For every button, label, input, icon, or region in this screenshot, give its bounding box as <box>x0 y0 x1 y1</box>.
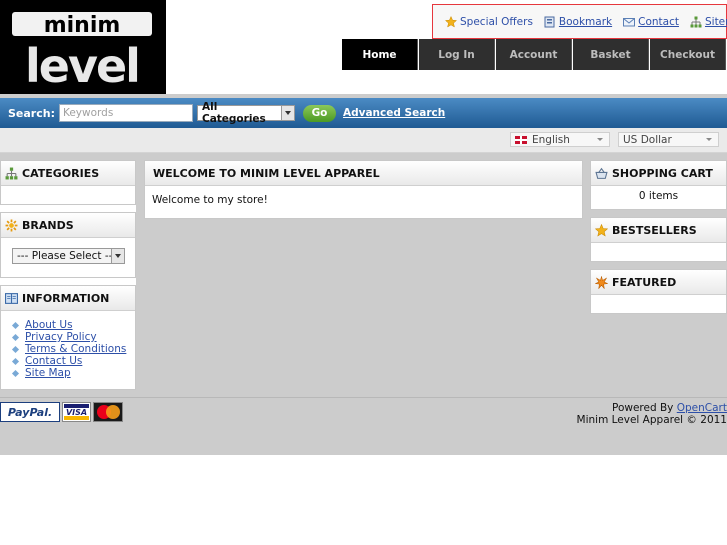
info-link-contact-us[interactable]: Contact Us <box>11 355 135 367</box>
payment-logos: PayPal. VISA <box>0 402 123 422</box>
category-select[interactable]: All Categories <box>196 101 295 125</box>
info-link-terms[interactable]: Terms & Conditions <box>11 343 135 355</box>
language-select[interactable]: English <box>510 132 610 147</box>
search-input[interactable] <box>58 104 193 122</box>
contact-link[interactable]: Contact <box>623 16 679 28</box>
mastercard-orange-circle <box>106 405 120 419</box>
opencart-link[interactable]: OpenCart <box>677 402 727 414</box>
go-button[interactable]: Go <box>302 104 336 122</box>
sitemap-icon <box>5 167 18 179</box>
shopping-cart-box: SHOPPING CART 0 items <box>590 160 727 210</box>
bestsellers-title: BESTSELLERS <box>612 223 697 237</box>
main-navigation: Home Log In Account Basket Checkout <box>342 39 727 70</box>
welcome-text: Welcome to my store! <box>152 194 268 206</box>
currency-value: US Dollar <box>623 133 672 146</box>
info-link-site-map[interactable]: Site Map <box>11 367 135 379</box>
info-link-label: Site Map <box>25 367 71 379</box>
tab-account[interactable]: Account <box>496 39 572 70</box>
chevron-down-icon <box>281 106 294 120</box>
diamond-bullet-icon <box>11 321 20 329</box>
diamond-bullet-icon <box>11 369 20 377</box>
info-link-label: Contact Us <box>25 355 83 367</box>
diamond-bullet-icon <box>11 333 20 341</box>
chevron-down-icon <box>111 249 124 263</box>
brand-select[interactable]: --- Please Select --- <box>12 248 125 264</box>
information-header: INFORMATION <box>1 286 135 311</box>
svg-text:minim: minim <box>44 13 121 38</box>
tab-home[interactable]: Home <box>342 39 418 70</box>
tab-checkout[interactable]: Checkout <box>650 39 726 70</box>
uk-flag-icon <box>515 135 527 144</box>
brands-header: BRANDS <box>1 213 135 238</box>
featured-box: FEATURED <box>590 269 727 314</box>
search-bar: Search: All Categories Go Advanced Searc… <box>0 98 727 128</box>
featured-header: FEATURED <box>591 270 726 295</box>
top-links-bar: Special Offers Bookmark Contact Sitemap <box>432 4 727 39</box>
info-link-label: Privacy Policy <box>25 331 97 343</box>
brand-icon <box>5 219 18 231</box>
bookmark-link[interactable]: Bookmark <box>544 16 612 28</box>
svg-text:level: level <box>25 39 139 93</box>
currency-select[interactable]: US Dollar <box>618 132 719 147</box>
diamond-bullet-icon <box>11 345 20 353</box>
bookmark-icon <box>544 16 555 27</box>
cart-item-count[interactable]: 0 items <box>591 186 726 202</box>
shopping-cart-header: SHOPPING CART <box>591 161 726 186</box>
featured-title: FEATURED <box>612 275 677 289</box>
envelope-icon <box>623 17 636 26</box>
footer-divider <box>0 397 727 398</box>
brands-box: BRANDS --- Please Select --- <box>0 212 136 278</box>
chevron-down-icon <box>597 138 603 144</box>
site-logo[interactable]: minim level <box>0 0 166 94</box>
paypal-logo: PayPal. <box>0 402 60 422</box>
welcome-box: WELCOME TO MINIM LEVEL APPAREL Welcome t… <box>144 160 583 219</box>
mastercard-logo <box>93 402 123 422</box>
welcome-title: WELCOME TO MINIM LEVEL APPAREL <box>153 166 380 180</box>
information-links: About Us Privacy Policy Terms & Conditio… <box>1 311 135 379</box>
sitemap-label: Sitemap <box>704 15 727 28</box>
language-currency-bar: English US Dollar <box>0 128 727 153</box>
visa-logo: VISA <box>62 402 91 422</box>
star-icon <box>445 15 457 28</box>
category-select-value: All Categories <box>201 101 266 125</box>
book-icon <box>5 292 18 304</box>
categories-header: CATEGORIES <box>1 161 135 186</box>
shopping-cart-title: SHOPPING CART <box>612 166 713 180</box>
info-link-about-us[interactable]: About Us <box>11 319 135 331</box>
info-link-label: About Us <box>25 319 73 331</box>
bestsellers-header: BESTSELLERS <box>591 218 726 243</box>
categories-title: CATEGORIES <box>22 166 100 180</box>
powered-by-line: Powered By OpenCart <box>577 402 727 414</box>
footer-credits: Powered By OpenCart Minim Level Apparel … <box>577 402 727 426</box>
brands-title: BRANDS <box>22 218 74 232</box>
sitemap-link[interactable]: Sitemap <box>690 16 727 28</box>
tab-basket[interactable]: Basket <box>573 39 649 70</box>
information-title: INFORMATION <box>22 291 110 305</box>
chevron-down-icon <box>706 138 712 144</box>
bookmark-label: Bookmark <box>558 15 613 28</box>
info-link-label: Terms & Conditions <box>25 343 127 355</box>
advanced-search-link[interactable]: Advanced Search <box>343 107 445 119</box>
special-offers-label: Special Offers <box>460 15 533 28</box>
brand-select-value: --- Please Select --- <box>17 250 117 262</box>
star-icon <box>595 223 608 236</box>
sitemap-icon <box>690 16 702 27</box>
information-box: INFORMATION About Us Privacy Policy Term… <box>0 285 136 390</box>
contact-label: Contact <box>638 15 679 28</box>
special-offers-link[interactable]: Special Offers <box>445 15 533 28</box>
categories-box: CATEGORIES <box>0 160 136 205</box>
burst-icon <box>595 275 608 289</box>
language-value: English <box>532 133 570 146</box>
tab-login[interactable]: Log In <box>419 39 495 70</box>
welcome-header: WELCOME TO MINIM LEVEL APPAREL <box>145 161 582 186</box>
powered-by-text: Powered By <box>612 402 674 414</box>
copyright-text: Minim Level Apparel © 2011 <box>576 414 727 426</box>
info-link-privacy-policy[interactable]: Privacy Policy <box>11 331 135 343</box>
visa-bottom-band <box>64 416 89 420</box>
bestsellers-box: BESTSELLERS <box>590 217 727 262</box>
basket-icon <box>595 167 608 179</box>
diamond-bullet-icon <box>11 357 20 365</box>
search-label: Search: <box>8 106 55 120</box>
